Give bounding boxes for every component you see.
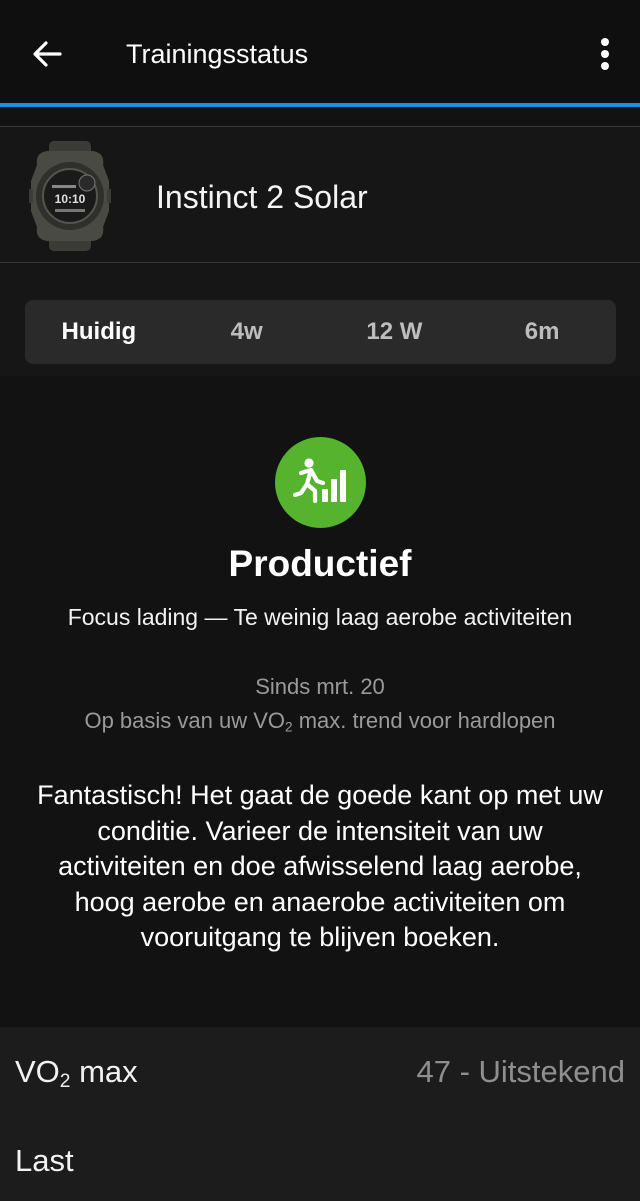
- vo2-label-suffix: max: [70, 1054, 138, 1089]
- device-name: Instinct 2 Solar: [156, 179, 368, 215]
- watch-image-icon: 10:10: [29, 141, 111, 251]
- tab-12-weeks[interactable]: 12 W: [321, 300, 469, 364]
- vo2-max-label: VO2 max: [15, 1053, 138, 1101]
- status-message: Fantastisch! Het gaat de goede kant op m…: [37, 780, 603, 952]
- basis-suffix: max. trend voor hardlopen: [292, 708, 556, 733]
- page-title: Trainingsstatus: [126, 39, 309, 69]
- since-date-text: Sinds mrt. 20: [255, 674, 385, 699]
- device-row[interactable]: 10:10 Instinct 2 Solar: [0, 126, 640, 263]
- load-row[interactable]: Last: [0, 1116, 640, 1201]
- vo2-label-prefix: VO: [15, 1054, 60, 1089]
- more-options-icon[interactable]: [590, 36, 620, 74]
- basis-text: Op basis van uw VO2 max. trend voor hard…: [0, 707, 640, 741]
- status-title: Productief: [228, 543, 412, 584]
- tab-current[interactable]: Huidig: [25, 300, 173, 364]
- load-label: Last: [15, 1143, 74, 1178]
- productive-status-icon: [275, 437, 366, 528]
- watch-time: 10:10: [55, 192, 86, 206]
- vo2-max-row[interactable]: VO2 max 47 - Uitstekend: [0, 1027, 640, 1116]
- back-arrow-icon[interactable]: [28, 35, 66, 73]
- focus-load-text: Focus lading — Te weinig laag aerobe act…: [67, 604, 573, 630]
- period-tabs: Huidig 4w 12 W 6m: [25, 300, 616, 364]
- vo2-max-value: 47 - Uitstekend: [416, 1054, 626, 1089]
- vo2-label-subscript: 2: [59, 1070, 71, 1092]
- basis-prefix: Op basis van uw VO: [84, 708, 286, 733]
- spacer: [0, 107, 640, 126]
- tab-6-months[interactable]: 6m: [468, 300, 616, 364]
- tab-4-weeks[interactable]: 4w: [173, 300, 321, 364]
- app-bar: Trainingsstatus: [0, 0, 640, 103]
- period-tabs-section: Huidig 4w 12 W 6m: [0, 264, 640, 376]
- basis-subscript: 2: [285, 719, 293, 735]
